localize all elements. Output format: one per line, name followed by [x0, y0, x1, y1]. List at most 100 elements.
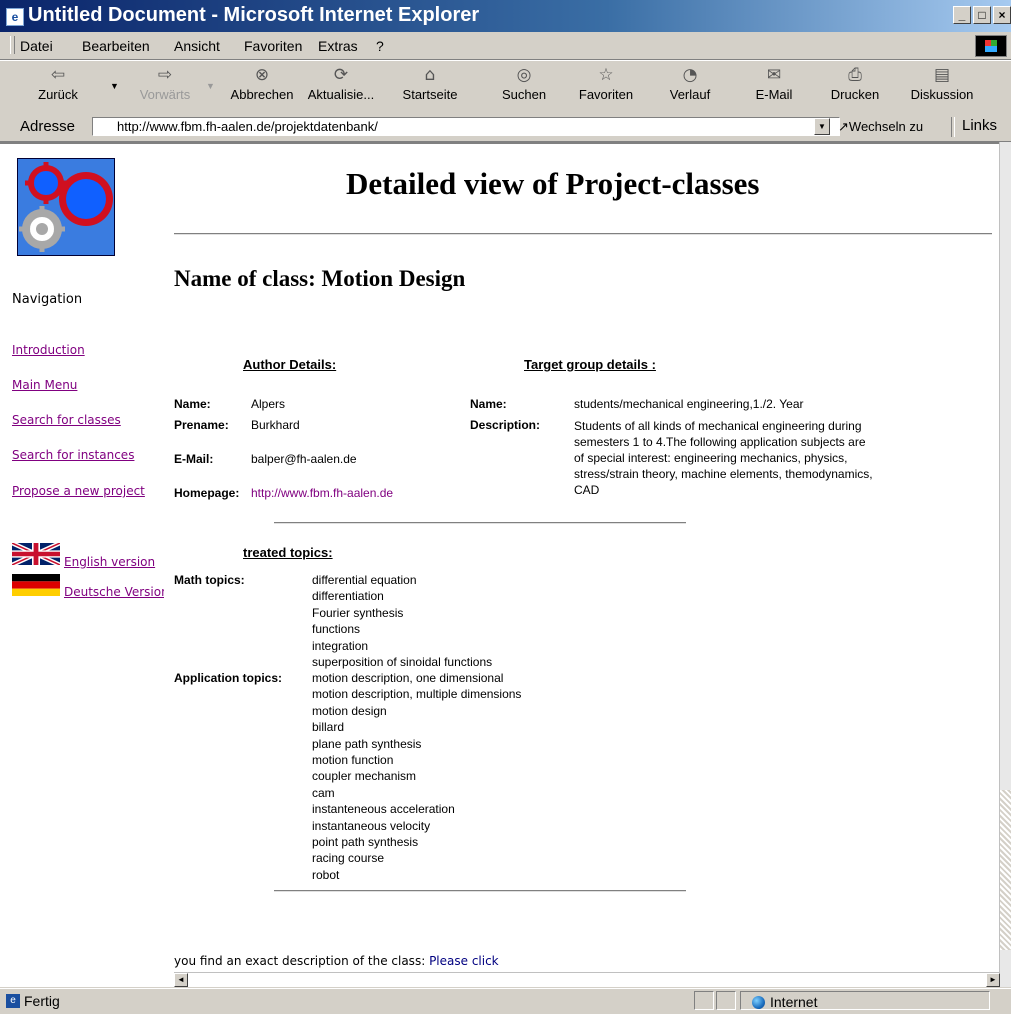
favorites-button[interactable]: ☆ Favoriten [570, 65, 642, 102]
math-topics-list: differential equation differentiation Fo… [312, 572, 492, 670]
mail-button[interactable]: ✉ E-Mail [746, 65, 802, 102]
nav-link-search-instances[interactable]: Search for instances [12, 448, 134, 462]
discussion-button[interactable]: ▤ Diskussion [904, 65, 980, 102]
nav-link-search-classes[interactable]: Search for classes [12, 413, 121, 427]
window-title: Untitled Document - Microsoft Internet E… [28, 4, 480, 26]
back-arrow-icon: ⇦ [50, 65, 66, 85]
maximize-button[interactable]: □ [973, 6, 991, 24]
menu-ansicht[interactable]: Ansicht [174, 38, 220, 54]
zone-indicator: Internet [752, 994, 817, 1010]
address-input[interactable]: http://www.fbm.fh-aalen.de/projektdatenb… [92, 117, 840, 136]
home-button[interactable]: ⌂ Startseite [394, 65, 466, 102]
toolbar-separator [951, 117, 955, 137]
windows-logo-icon [975, 35, 1007, 57]
list-item: racing course [312, 851, 385, 866]
list-item: motion description, multiple dimensions [312, 687, 522, 702]
list-item: superposition of sinoidal functions [312, 655, 493, 670]
print-button[interactable]: ⎙ Drucken [826, 65, 884, 102]
toolbar-grip[interactable] [10, 36, 15, 54]
target-name-label: Name: [470, 397, 507, 411]
back-button[interactable]: ⇦ Zurück ▼ [26, 65, 119, 102]
author-prename: Burkhard [251, 418, 300, 432]
status-panel [716, 991, 736, 1010]
nav-link-main-menu[interactable]: Main Menu [12, 378, 77, 392]
author-heading: Author Details: [243, 357, 337, 372]
stop-icon: ⊗ [254, 65, 270, 85]
author-name-label: Name: [174, 397, 211, 411]
scrollbar-thumb[interactable] [1000, 790, 1011, 950]
list-item: instantaneous velocity [312, 818, 431, 833]
search-button[interactable]: ◎ Suchen [492, 65, 556, 102]
close-button[interactable]: × [993, 6, 1011, 24]
author-homepage-label: Homepage: [174, 486, 240, 500]
status-bar: e Fertig Internet [0, 988, 1011, 1014]
window-controls: _ □ × [953, 6, 1011, 24]
nav-link-propose-project[interactable]: Propose a new project [12, 484, 145, 498]
home-icon: ⌂ [424, 65, 436, 85]
forward-arrow-icon: ⇨ [157, 65, 173, 85]
gears-logo [17, 158, 115, 256]
stop-button[interactable]: ⊗ Abbrechen [226, 65, 298, 102]
application-topics-label: Application topics: [174, 671, 282, 685]
print-icon: ⎙ [848, 65, 862, 85]
address-dropdown-button[interactable]: ▼ [814, 118, 830, 135]
horizontal-scrollbar[interactable]: ◄ ► [174, 972, 1000, 987]
list-item: plane path synthesis [312, 736, 422, 751]
nav-link-introduction[interactable]: Introduction [12, 343, 85, 357]
list-item: coupler mechanism [312, 769, 417, 784]
lang-link-english[interactable]: English version [64, 555, 164, 569]
go-arrow-icon: ↗ [838, 119, 849, 134]
list-item: differential equation [312, 573, 417, 587]
author-prename-label: Prename: [174, 418, 229, 432]
discussion-icon: ▤ [933, 65, 951, 85]
vertical-scrollbar[interactable] [999, 142, 1011, 987]
title-divider [174, 233, 992, 235]
status-text: e Fertig [6, 993, 60, 1009]
list-item: differentiation [312, 589, 384, 604]
list-item: integration [312, 638, 369, 653]
scroll-left-button[interactable]: ◄ [174, 973, 188, 987]
menu-help[interactable]: ? [376, 38, 384, 54]
history-icon: ◔ [682, 65, 698, 85]
list-item: motion function [312, 753, 394, 768]
ie-icon: e [6, 8, 24, 26]
forward-dropdown-icon[interactable]: ▼ [206, 81, 215, 91]
author-name: Alpers [251, 397, 286, 411]
list-item: instanteneous acceleration [312, 802, 455, 817]
refresh-button[interactable]: ⟳ Aktualisie... [300, 65, 382, 102]
title-bar[interactable]: e Untitled Document - Microsoft Internet… [0, 0, 1011, 32]
links-button[interactable]: Links [962, 117, 997, 134]
menu-datei[interactable]: Datei [20, 38, 53, 54]
menu-bearbeiten[interactable]: Bearbeiten [82, 38, 150, 54]
german-flag-icon[interactable] [12, 574, 60, 596]
forward-button[interactable]: ⇨ Vorwärts ▼ [130, 65, 215, 102]
status-panel [694, 991, 714, 1010]
list-item: functions [312, 622, 361, 637]
refresh-icon: ⟳ [333, 65, 349, 85]
math-topics-label: Math topics: [174, 573, 245, 587]
author-email-label: E-Mail: [174, 452, 214, 466]
list-item: robot [312, 867, 340, 882]
menu-favoriten[interactable]: Favoriten [244, 38, 302, 54]
uk-flag-icon[interactable] [12, 543, 60, 565]
target-description-label: Description: [470, 418, 541, 432]
details-divider [274, 522, 686, 524]
author-email: balper@fh-aalen.de [251, 452, 357, 466]
lang-link-german[interactable]: Deutsche Version [64, 585, 164, 599]
nav-title: Navigation [12, 292, 83, 307]
list-item: point path synthesis [312, 835, 419, 850]
go-button[interactable]: ↗Wechseln zu [838, 119, 923, 135]
application-topics-list: motion description, one dimensional moti… [312, 670, 521, 883]
minimize-button[interactable]: _ [953, 6, 971, 24]
mail-icon: ✉ [766, 65, 782, 85]
author-homepage-link[interactable]: http://www.fbm.fh-aalen.de [251, 486, 393, 500]
list-item: billard [312, 720, 345, 735]
please-click-link[interactable]: Please click [429, 954, 499, 968]
back-dropdown-icon[interactable]: ▼ [110, 81, 119, 91]
target-name: students/mechanical engineering,1./2. Ye… [574, 397, 804, 411]
globe-icon [752, 995, 765, 1009]
history-button[interactable]: ◔ Verlauf [662, 65, 718, 102]
menu-extras[interactable]: Extras [318, 38, 358, 54]
scroll-right-button[interactable]: ► [986, 973, 1000, 987]
class-title: Name of class: Motion Design [174, 266, 466, 291]
